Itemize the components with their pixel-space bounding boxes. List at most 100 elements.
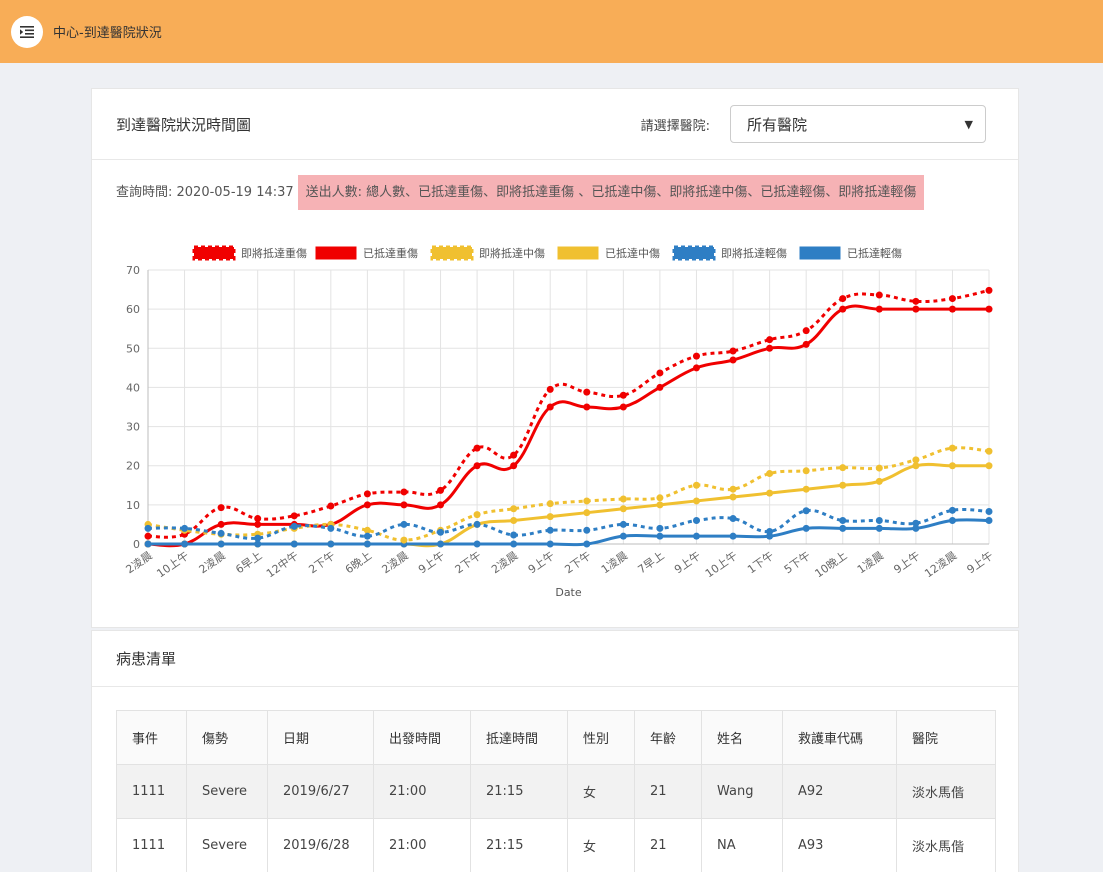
data-point <box>729 515 737 523</box>
data-point <box>583 497 591 505</box>
series-line <box>147 288 990 539</box>
data-point <box>985 517 993 525</box>
query-info-row: 查詢時間: 2020-05-19 14:37 送出人數: 總人數、已抵達重傷、即… <box>116 175 925 210</box>
data-point <box>985 447 993 455</box>
data-point <box>583 509 591 517</box>
column-header[interactable]: 救護車代碼 <box>782 710 897 765</box>
data-point <box>948 305 956 313</box>
data-point <box>766 336 774 344</box>
data-point <box>766 489 774 497</box>
data-point <box>692 364 700 372</box>
data-point <box>766 527 774 535</box>
x-tick-label: 5下午 <box>782 549 813 576</box>
top-bar: 中心-到達醫院狀況 <box>0 0 1103 63</box>
data-point <box>802 507 810 515</box>
data-point <box>729 485 737 493</box>
x-tick-label: 1下午 <box>745 549 776 576</box>
column-header[interactable]: 事件 <box>116 710 187 765</box>
x-tick-label: 12中午 <box>264 549 301 580</box>
table-header-row: 事件 傷勢 日期 出發時間 抵達時間 性別 年齡 姓名 救護車代碼 醫院 <box>116 710 996 765</box>
data-point <box>363 540 371 548</box>
y-tick-label: 0 <box>133 538 140 551</box>
query-time: 查詢時間: 2020-05-19 14:37 <box>116 185 294 200</box>
column-header[interactable]: 出發時間 <box>373 710 471 765</box>
data-point <box>327 540 335 548</box>
table-cell: Severe <box>186 818 268 872</box>
data-point <box>802 340 810 348</box>
data-point <box>473 540 481 548</box>
data-point <box>327 524 335 532</box>
data-point <box>400 488 408 496</box>
data-point <box>619 532 627 540</box>
chart-card-header: 到達醫院狀況時間圖 請選擇醫院: 所有醫院 ▼ <box>92 89 1018 160</box>
data-point <box>839 464 847 472</box>
column-header[interactable]: 年齡 <box>634 710 702 765</box>
data-point <box>619 391 627 399</box>
data-point <box>948 462 956 470</box>
data-point <box>510 505 518 513</box>
data-point <box>692 481 700 489</box>
column-header[interactable]: 姓名 <box>701 710 783 765</box>
data-point <box>912 456 920 464</box>
column-header[interactable]: 抵達時間 <box>470 710 568 765</box>
data-point <box>437 528 445 536</box>
x-axis-title: Date <box>555 586 582 599</box>
data-point <box>144 540 152 548</box>
data-point <box>619 505 627 513</box>
x-tick-label: 7早上 <box>635 549 666 576</box>
data-point <box>875 524 883 532</box>
legend-swatch <box>315 246 357 260</box>
data-point <box>363 532 371 540</box>
legend-label: 即將抵達輕傷 <box>721 246 787 260</box>
data-point <box>437 540 445 548</box>
data-point <box>217 520 225 528</box>
menu-indent-icon[interactable] <box>11 15 43 48</box>
x-tick-label: 2凌晨 <box>489 548 521 576</box>
x-tick-label: 2下午 <box>453 549 484 576</box>
data-point <box>948 444 956 452</box>
table-cell: 21:00 <box>373 818 471 872</box>
data-point <box>400 520 408 528</box>
column-header[interactable]: 日期 <box>267 710 374 765</box>
data-point <box>583 403 591 411</box>
data-point <box>546 403 554 411</box>
y-tick-label: 30 <box>126 421 140 434</box>
data-point <box>656 524 664 532</box>
y-tick-label: 10 <box>126 499 140 512</box>
data-point <box>729 356 737 364</box>
data-point <box>583 388 591 396</box>
data-point <box>290 540 298 548</box>
chart-card: 到達醫院狀況時間圖 請選擇醫院: 所有醫院 ▼ 查詢時間: 2020-05-19… <box>91 88 1019 628</box>
data-point <box>181 540 189 548</box>
data-point <box>254 515 262 523</box>
column-header[interactable]: 醫院 <box>896 710 996 765</box>
data-point <box>217 540 225 548</box>
x-tick-label: 10晚上 <box>813 549 850 580</box>
hospital-select[interactable]: 所有醫院 ▼ <box>730 105 986 143</box>
legend-swatch <box>799 246 841 260</box>
x-tick-label: 9上午 <box>965 549 996 576</box>
data-point <box>619 520 627 528</box>
data-point <box>692 352 700 360</box>
data-point <box>912 297 920 305</box>
table-cell: NA <box>701 818 783 872</box>
data-point <box>802 485 810 493</box>
data-point <box>546 540 554 548</box>
table-row[interactable]: 1111 Severe 2019/6/28 21:00 21:15 女 21 N… <box>116 818 996 872</box>
data-point <box>656 532 664 540</box>
column-header[interactable]: 性別 <box>567 710 635 765</box>
hospital-select-label: 請選擇醫院: <box>640 118 710 134</box>
data-point <box>619 495 627 503</box>
data-point <box>546 500 554 508</box>
data-point <box>802 524 810 532</box>
data-point <box>985 286 993 294</box>
table-row[interactable]: 1111 Severe 2019/6/27 21:00 21:15 女 21 W… <box>116 764 996 819</box>
column-header[interactable]: 傷勢 <box>186 710 268 765</box>
x-tick-label: 1凌晨 <box>598 548 630 576</box>
table-cell: Severe <box>186 764 268 819</box>
data-point <box>802 327 810 335</box>
table-cell: 淡水馬偕 <box>896 818 996 872</box>
data-point <box>985 462 993 470</box>
data-point <box>839 517 847 525</box>
data-point <box>437 486 445 494</box>
